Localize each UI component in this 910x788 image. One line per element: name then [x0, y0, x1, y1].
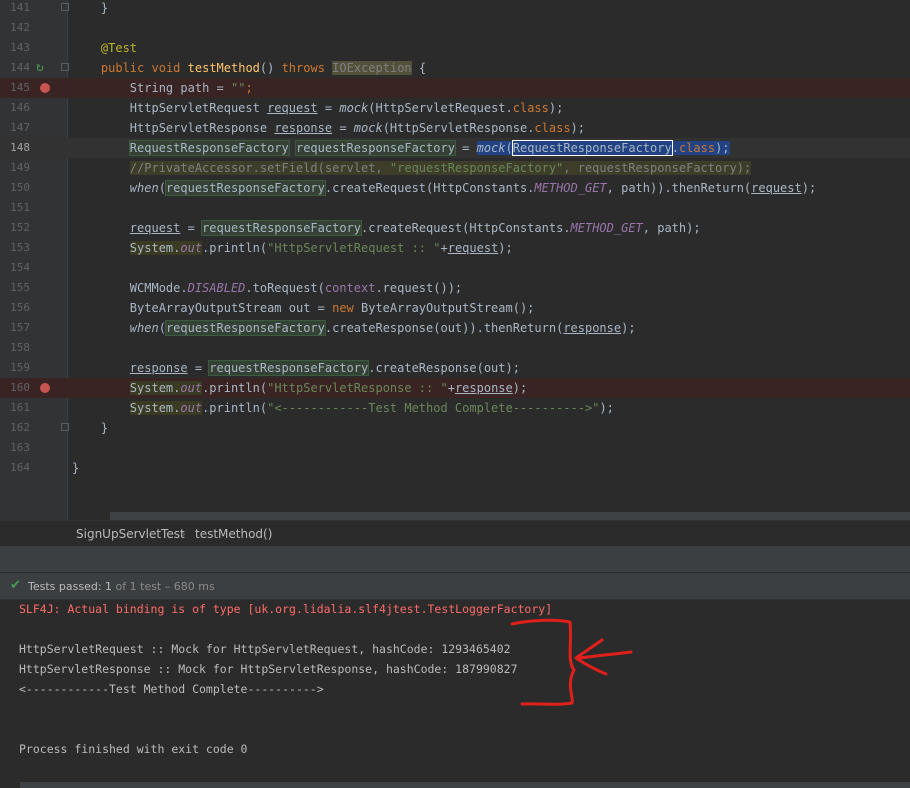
- code-line[interactable]: 163: [0, 438, 910, 458]
- line-number: 148: [10, 141, 30, 154]
- line-number: 159: [10, 361, 30, 374]
- code-line[interactable]: 152 request = requestResponseFactory.cre…: [0, 218, 910, 238]
- line-number: 156: [10, 301, 30, 314]
- code-line[interactable]: 157 when(requestResponseFactory.createRe…: [0, 318, 910, 338]
- code-line[interactable]: 160 System.out.println("HttpServletRespo…: [0, 378, 910, 398]
- code-line[interactable]: 154: [0, 258, 910, 278]
- breadcrumb: SignUpServletTest › testMethod(): [0, 520, 910, 547]
- test-status-bar: ✔ Tests passed: 1 of 1 test – 680 ms: [0, 573, 910, 600]
- code-line[interactable]: 151: [0, 198, 910, 218]
- console-line: SLF4J: Actual binding is of type [uk.org…: [19, 602, 553, 616]
- code-line[interactable]: 153 System.out.println("HttpServletReque…: [0, 238, 910, 258]
- code-line[interactable]: 148 RequestResponseFactory requestRespon…: [0, 138, 910, 158]
- line-number: 154: [10, 261, 30, 274]
- line-number: 143: [10, 41, 30, 54]
- code-line[interactable]: 147 HttpServletResponse response = mock(…: [0, 118, 910, 138]
- code-line[interactable]: 164 }: [0, 458, 910, 478]
- breadcrumb-method[interactable]: testMethod(): [195, 527, 272, 541]
- breakpoint-icon[interactable]: [40, 83, 50, 93]
- console-line: Process finished with exit code 0: [19, 742, 248, 756]
- console-output[interactable]: SLF4J: Actual binding is of type [uk.org…: [0, 600, 910, 788]
- line-number: 150: [10, 181, 30, 194]
- run-test-icon[interactable]: ↻: [36, 61, 50, 75]
- code-line[interactable]: 156 ByteArrayOutputStream out = new Byte…: [0, 298, 910, 318]
- panel-divider[interactable]: [0, 546, 910, 573]
- line-number: 146: [10, 101, 30, 114]
- line-number: 163: [10, 441, 30, 454]
- code-line[interactable]: 161 System.out.println("<------------Tes…: [0, 398, 910, 418]
- code-line[interactable]: 158: [0, 338, 910, 358]
- check-icon: ✔: [10, 578, 21, 593]
- code-line[interactable]: 149 //PrivateAccessor.setField(servlet, …: [0, 158, 910, 178]
- line-number: 158: [10, 341, 30, 354]
- line-number: 149: [10, 161, 30, 174]
- line-number: 155: [10, 281, 30, 294]
- line-number: 151: [10, 201, 30, 214]
- code-line[interactable]: 144 ↻ public void testMethod() throws IO…: [0, 58, 910, 78]
- test-status-text: Tests passed: 1 of 1 test – 680 ms: [28, 580, 215, 593]
- code-editor[interactable]: 141 } 142 143 @Test 144 ↻ public void te…: [0, 0, 910, 520]
- editor-horizontal-scrollbar[interactable]: [110, 512, 910, 520]
- line-number: 162: [10, 421, 30, 434]
- breadcrumb-class[interactable]: SignUpServletTest: [76, 527, 185, 541]
- code-line[interactable]: 141 }: [0, 0, 910, 18]
- code-line[interactable]: 142: [0, 18, 910, 38]
- line-number: 141: [10, 1, 30, 14]
- fold-marker-icon[interactable]: [61, 3, 69, 11]
- console-scrollbar[interactable]: [20, 782, 910, 788]
- breadcrumb-separator-icon: ›: [181, 527, 186, 541]
- line-number: 144: [10, 61, 30, 74]
- line-number: 164: [10, 461, 30, 474]
- line-number: 153: [10, 241, 30, 254]
- fold-marker-icon[interactable]: [61, 423, 69, 431]
- line-number: 142: [10, 21, 30, 34]
- code-line[interactable]: 155 WCMMode.DISABLED.toRequest(context.r…: [0, 278, 910, 298]
- code-line[interactable]: 143 @Test: [0, 38, 910, 58]
- console-line: HttpServletRequest :: Mock for HttpServl…: [19, 642, 511, 656]
- code-line[interactable]: 159 response = requestResponseFactory.cr…: [0, 358, 910, 378]
- code-token: }: [100, 1, 109, 15]
- line-number: 145: [10, 81, 30, 94]
- console-line: HttpServletResponse :: Mock for HttpServ…: [19, 662, 518, 676]
- fold-marker-icon[interactable]: [61, 63, 69, 71]
- line-number: 161: [10, 401, 30, 414]
- code-token: @Test: [100, 41, 138, 55]
- console-line: <------------Test Method Complete-------…: [19, 682, 324, 696]
- line-number: 152: [10, 221, 30, 234]
- code-line[interactable]: 145 String path = "";: [0, 78, 910, 98]
- line-number: 157: [10, 321, 30, 334]
- code-line[interactable]: 150 when(requestResponseFactory.createRe…: [0, 178, 910, 198]
- line-number: 160: [10, 381, 30, 394]
- line-number: 147: [10, 121, 30, 134]
- code-line[interactable]: 162 }: [0, 418, 910, 438]
- code-line[interactable]: 146 HttpServletRequest request = mock(Ht…: [0, 98, 910, 118]
- breakpoint-icon[interactable]: [40, 383, 50, 393]
